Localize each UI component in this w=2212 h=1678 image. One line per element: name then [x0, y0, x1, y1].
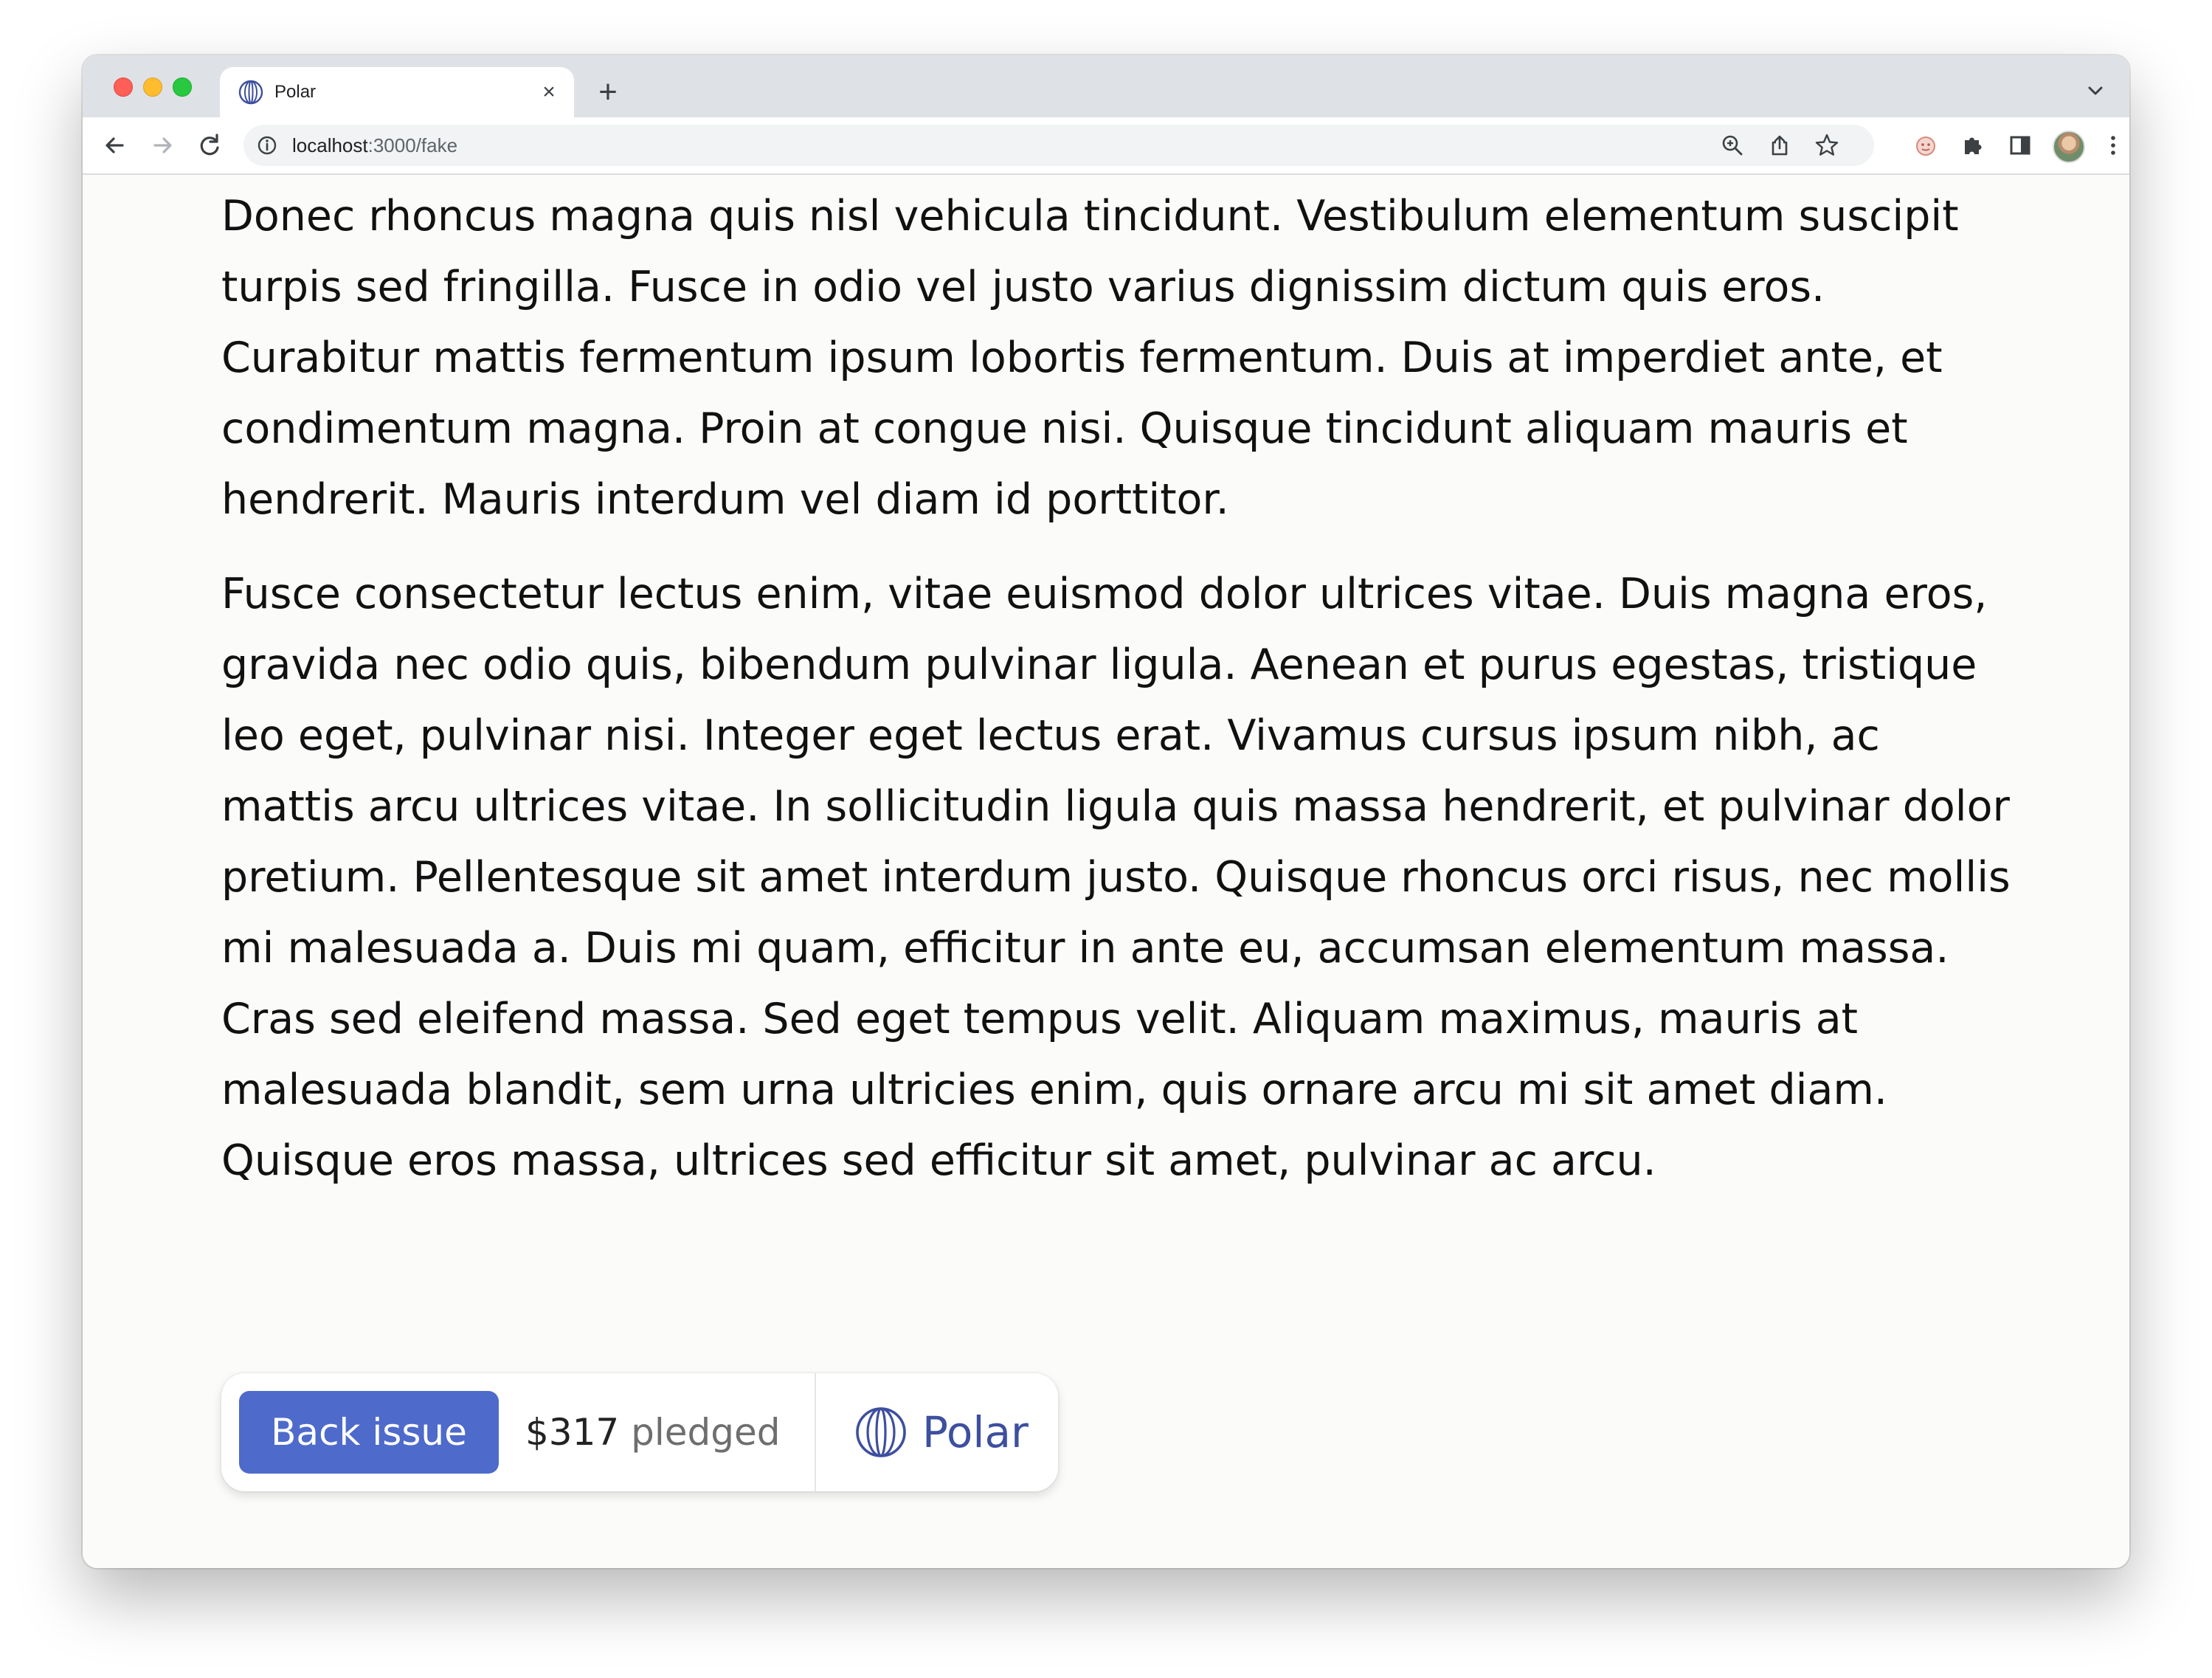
puzzle-icon — [1965, 137, 1982, 154]
article-paragraph: Fusce consectetur lectus enim, vitae eui… — [221, 570, 2011, 1185]
side-panel-button[interactable] — [2004, 129, 2036, 162]
address-bar[interactable]: localhost:3000/fake — [243, 125, 1874, 166]
reload-button[interactable] — [192, 128, 227, 163]
page-viewport[interactable]: sit amet tempor non, sodales vel metus. … — [83, 175, 2129, 1568]
zoom-button[interactable] — [1719, 132, 1746, 159]
article-body: sit amet tempor non, sodales vel metus. … — [221, 175, 2014, 1220]
extensions-menu-button[interactable] — [1957, 129, 1989, 162]
pledged-amount: $317 — [525, 1411, 620, 1454]
extension-button[interactable] — [1909, 129, 1942, 162]
url-text[interactable]: localhost:3000/fake — [292, 134, 457, 157]
chevron-down-icon[interactable] — [2081, 76, 2110, 106]
polar-brand-name[interactable]: Polar — [922, 1391, 1029, 1474]
zoom-icon — [1722, 135, 1743, 156]
side-panel-icon — [2010, 136, 2030, 155]
url-path: :3000/fake — [367, 134, 458, 156]
info-icon[interactable] — [257, 135, 277, 156]
extension-icon — [1916, 137, 1935, 156]
article-paragraph: sit amet tempor non, sodales vel metus. … — [221, 192, 1959, 524]
browser-toolbar: localhost:3000/fake — [83, 117, 2129, 175]
tab-title: Polar — [274, 82, 317, 102]
bookmark-button[interactable] — [1814, 132, 1840, 159]
arrow-left-icon — [106, 137, 124, 153]
url-host: localhost — [292, 134, 368, 156]
star-icon — [1815, 134, 1839, 156]
share-icon — [1772, 135, 1788, 156]
tab-polar[interactable]: Polar × — [220, 67, 574, 117]
kebab-menu-icon — [2111, 136, 2115, 155]
close-window-button[interactable] — [114, 77, 133, 97]
polar-pledge-badge: Back issue $317 pledged Polar — [221, 1373, 1058, 1491]
reload-icon — [200, 134, 219, 156]
forward-button[interactable] — [145, 128, 180, 163]
pledged-label: pledged — [631, 1411, 781, 1454]
profile-avatar[interactable] — [2053, 131, 2085, 163]
browser-window: Polar × + localhost:3000/fake Donec rhon… — [83, 55, 2129, 1568]
share-button[interactable] — [1766, 132, 1793, 159]
back-issue-button[interactable]: Back issue — [239, 1391, 499, 1474]
browser-menu-button[interactable] — [2100, 129, 2126, 162]
zoom-window-button[interactable] — [173, 77, 192, 97]
polar-logo-icon[interactable] — [854, 1406, 908, 1459]
tab-strip: Polar × + — [83, 55, 2129, 117]
badge-divider — [815, 1373, 816, 1491]
new-tab-button[interactable]: + — [592, 76, 624, 108]
back-button[interactable] — [97, 128, 133, 163]
polar-logo-icon — [238, 80, 263, 105]
minimize-window-button[interactable] — [143, 77, 162, 97]
tab-close-icon[interactable]: × — [534, 77, 564, 107]
pledge-summary: $317 pledged — [525, 1391, 781, 1474]
arrow-right-icon — [153, 137, 172, 153]
